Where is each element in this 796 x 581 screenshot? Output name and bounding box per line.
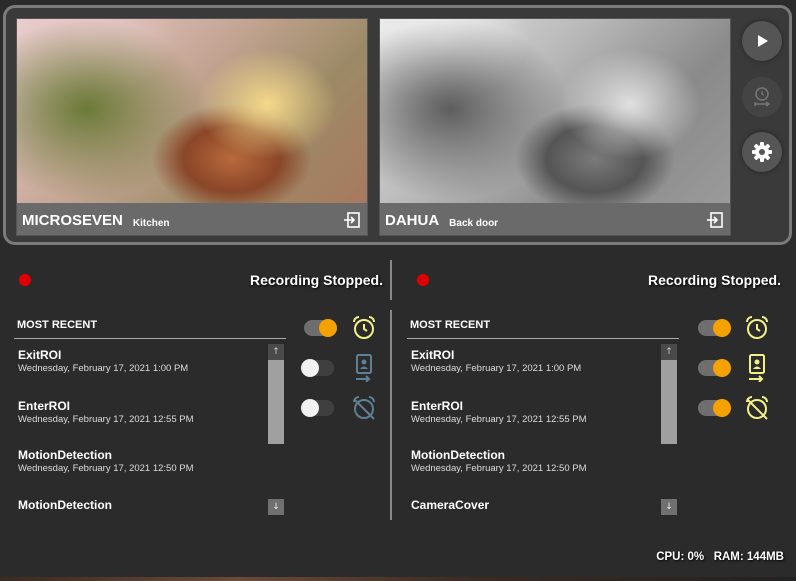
camera-location: Kitchen (132, 217, 170, 229)
event-date: Wednesday, February 17, 2021 12:50 PM (18, 463, 194, 474)
event-date: Wednesday, February 17, 2021 12:55 PM (411, 414, 587, 425)
scrollbar-thumb[interactable] (661, 360, 677, 444)
toggle-knob (713, 359, 731, 377)
scroll-up-button[interactable]: ↑ (661, 344, 677, 360)
alarm-clock-icon (746, 316, 768, 339)
recording-status: Recording Stopped. (648, 272, 781, 288)
system-stats: CPU: 0% RAM: 144MB (656, 551, 784, 563)
scroll-up-button[interactable]: ↑ (268, 344, 284, 360)
exit-icon[interactable] (706, 211, 724, 229)
list-item[interactable]: MotionDetection Wednesday, February 17, … (411, 448, 587, 474)
camera-feed (380, 19, 730, 203)
event-title: CameraCover (411, 498, 490, 512)
camera-feed (17, 19, 367, 203)
toggle-knob (713, 319, 731, 337)
event-date: Wednesday, February 17, 2021 12:55 PM (18, 414, 194, 425)
alarm-clock-icon (353, 316, 375, 339)
toggle-knob (301, 359, 319, 377)
event-list[interactable]: ExitROI Wednesday, February 17, 2021 1:0… (14, 344, 284, 520)
alarm-off-icon (353, 396, 375, 420)
event-date: Wednesday, February 17, 2021 12:50 PM (411, 463, 587, 474)
arrow-down-icon: ↓ (665, 502, 673, 512)
camera-name: DAHUA (385, 211, 440, 229)
recording-status-dot (19, 274, 31, 286)
arrow-up-icon: ↑ (272, 347, 280, 357)
timer-button[interactable] (742, 77, 782, 117)
person-door-icon (749, 354, 765, 382)
scroll-down-button[interactable]: ↓ (661, 499, 677, 515)
recording-status-dot (417, 274, 429, 286)
scrollbar-thumb[interactable] (268, 360, 284, 444)
toggle-knob (319, 319, 337, 337)
recording-status: Recording Stopped. (250, 272, 383, 288)
arrow-down-icon: ↓ (272, 502, 280, 512)
roi-toggle[interactable] (698, 359, 731, 377)
alarm-off-icon (746, 396, 768, 420)
most-recent-header: MOST RECENT (14, 318, 286, 339)
camera-panel: MICROSEVEN Kitchen DAHUA Back door (3, 5, 792, 245)
settings-button[interactable] (742, 132, 782, 172)
list-item[interactable]: ExitROI Wednesday, February 17, 2021 1:0… (411, 348, 581, 374)
camera-tile-dahua[interactable]: DAHUA Back door (379, 18, 731, 236)
event-title: MotionDetection (18, 448, 112, 462)
toggle-knob (301, 399, 319, 417)
event-date: Wednesday, February 17, 2021 1:00 PM (411, 363, 582, 374)
event-title: MotionDetection (18, 498, 112, 512)
play-icon (758, 35, 768, 47)
play-button[interactable] (742, 21, 782, 61)
person-door-icon (356, 354, 372, 382)
camera-caption-bar: DAHUA Back door (380, 203, 730, 235)
alarm-off-toggle[interactable] (301, 399, 334, 417)
timer-icon (754, 87, 771, 107)
camera-caption-bar: MICROSEVEN Kitchen (17, 203, 367, 235)
scroll-down-button[interactable]: ↓ (268, 499, 284, 515)
camera-name: MICROSEVEN (22, 211, 123, 229)
list-item[interactable]: MotionDetection Wednesday, February 17, … (18, 448, 194, 474)
list-item[interactable]: ExitROI Wednesday, February 17, 2021 1:0… (18, 348, 188, 374)
camera-tile-microseven[interactable]: MICROSEVEN Kitchen (16, 18, 368, 236)
event-date: Wednesday, February 17, 2021 1:00 PM (18, 363, 189, 374)
camera-location: Back door (449, 217, 499, 229)
bottom-strip (0, 577, 796, 581)
list-item[interactable]: CameraCover (411, 498, 489, 512)
list-item[interactable]: EnterROI Wednesday, February 17, 2021 12… (18, 399, 194, 425)
divider (390, 260, 392, 300)
alarm-timer-toggle[interactable] (304, 319, 337, 337)
event-list[interactable]: ExitROI Wednesday, February 17, 2021 1:0… (407, 344, 677, 520)
alarm-off-toggle[interactable] (698, 399, 731, 417)
most-recent-header: MOST RECENT (407, 318, 679, 339)
event-title: MotionDetection (411, 448, 505, 462)
event-title: EnterROI (18, 399, 71, 413)
roi-toggle[interactable] (301, 359, 334, 377)
event-title: ExitROI (411, 348, 455, 362)
gear-icon (752, 142, 772, 162)
list-item[interactable]: MotionDetection (18, 498, 112, 512)
alarm-timer-toggle[interactable] (698, 319, 731, 337)
list-item[interactable]: EnterROI Wednesday, February 17, 2021 12… (411, 399, 587, 425)
toggle-knob (713, 399, 731, 417)
event-title: EnterROI (411, 399, 464, 413)
arrow-up-icon: ↑ (665, 347, 673, 357)
exit-icon[interactable] (343, 211, 361, 229)
divider (390, 310, 392, 520)
event-title: ExitROI (18, 348, 62, 362)
